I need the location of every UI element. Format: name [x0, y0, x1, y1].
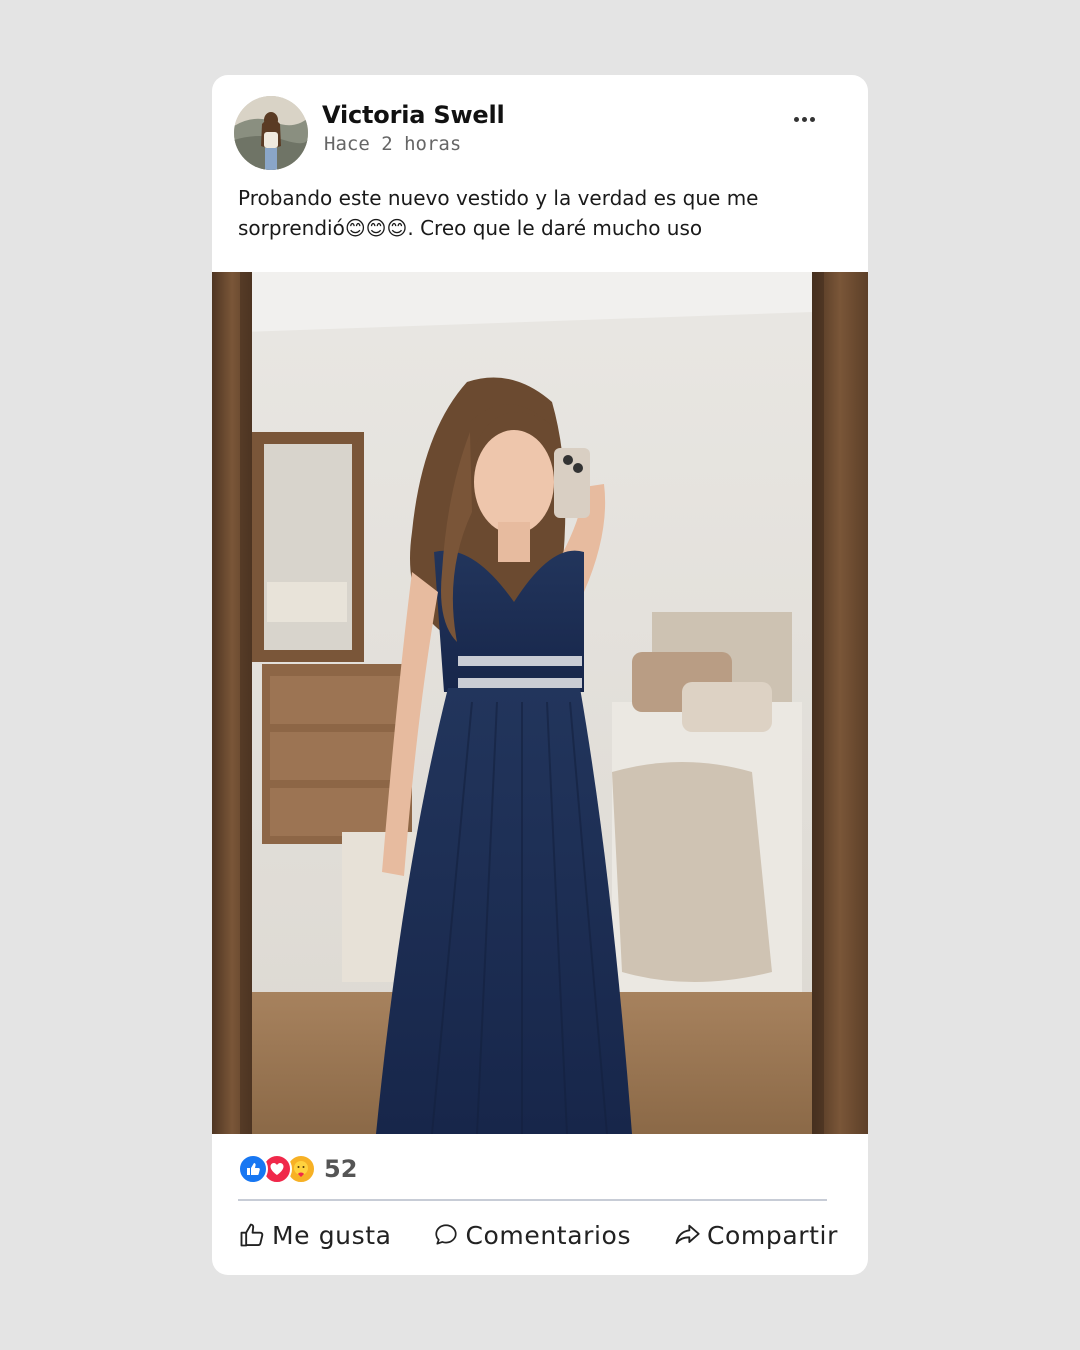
thumbs-up-icon — [240, 1223, 264, 1247]
author-name[interactable]: Victoria Swell — [322, 101, 505, 129]
share-arrow-icon — [675, 1224, 700, 1245]
comment-label: Comentarios — [465, 1220, 632, 1250]
post-caption: Probando este nuevo vestido y la verdad … — [238, 186, 759, 240]
divider — [238, 1199, 827, 1201]
more-options-icon[interactable] — [784, 105, 824, 133]
avatar-image — [234, 96, 308, 170]
post-card: Victoria Swell Hace 2 horas Probando est… — [212, 75, 868, 1275]
comment-button[interactable]: Comentarios — [433, 1221, 631, 1250]
mirror-selfie-image — [212, 272, 868, 1134]
post-actions: Me gusta Comentarios Compartir — [238, 1215, 838, 1255]
avatar[interactable] — [234, 96, 308, 170]
reactions-summary[interactable]: 52 — [238, 1152, 357, 1186]
reaction-count[interactable]: 52 — [324, 1155, 357, 1183]
post-timestamp: Hace 2 horas — [324, 133, 462, 155]
post-photo[interactable] — [212, 272, 868, 1134]
like-label: Me gusta — [272, 1220, 392, 1250]
like-button[interactable]: Me gusta — [238, 1221, 392, 1250]
share-label: Compartir — [706, 1220, 838, 1250]
like-reaction-icon — [238, 1154, 268, 1184]
comment-bubble-icon — [435, 1224, 458, 1245]
post-header: Victoria Swell Hace 2 horas — [212, 75, 868, 175]
share-button[interactable]: Compartir — [673, 1221, 838, 1250]
